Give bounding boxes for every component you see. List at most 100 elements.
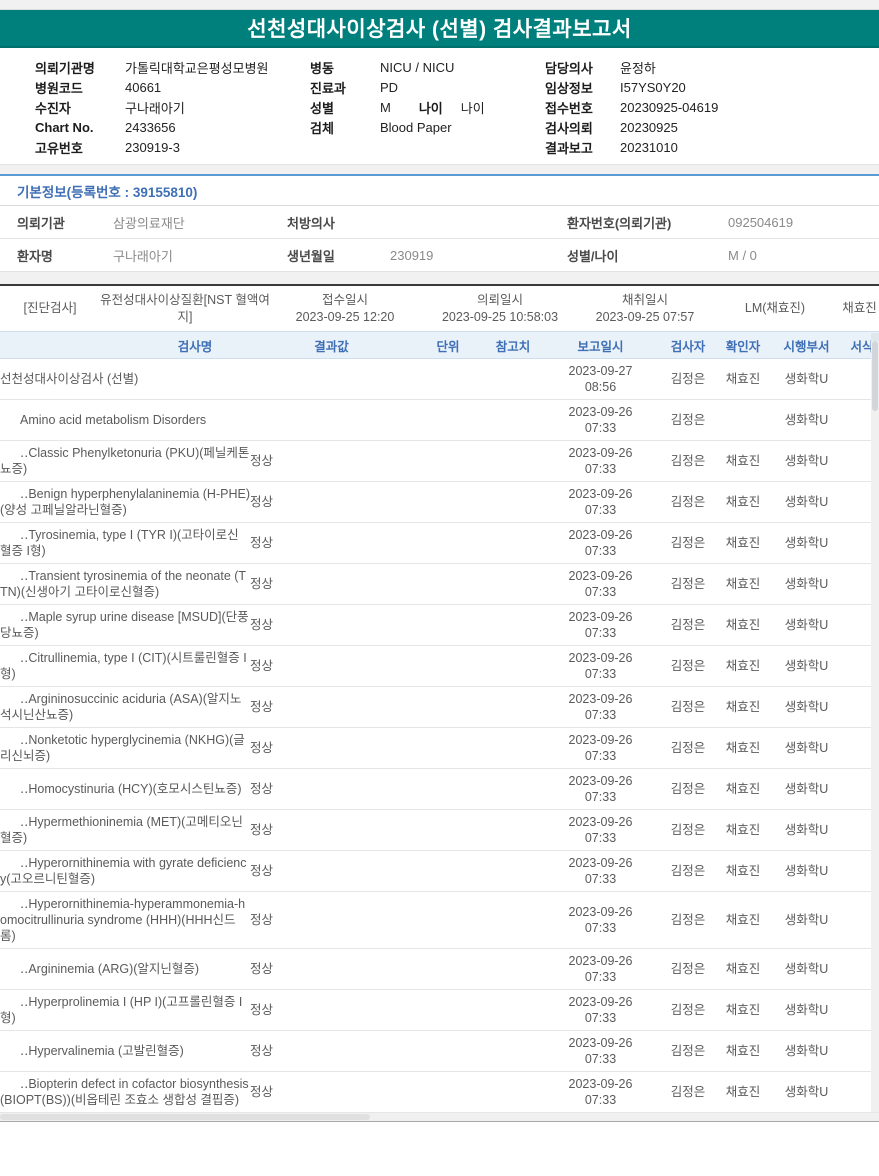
- unit-cell: [413, 645, 483, 687]
- report-time: 07:33: [584, 667, 617, 681]
- test-name-cell: ‥Argininosuccinic aciduria (ASA)(알지노석시닌산…: [0, 686, 250, 728]
- test-name-cell: ‥Maple syrup urine disease [MSUD](단풍당뇨증): [0, 604, 250, 646]
- report-datetime-cell: 2023-09-26 07:33: [543, 948, 658, 990]
- column-header-confirmer: 확인자: [718, 331, 768, 359]
- report-time: 07:33: [584, 921, 617, 935]
- report-time: 07:33: [584, 1011, 617, 1025]
- basic-info-rows: 의뢰기관 삼광의료재단 처방의사 환자번호(의뢰기관) 092504619 환자명 구나래아…: [0, 206, 879, 272]
- reference-cell: [483, 1030, 543, 1072]
- table-row: ‥Nonketotic hyperglycinemia (NKHG)(글리신뇌증…: [0, 727, 879, 769]
- result-cell: 정상: [250, 686, 413, 728]
- confirmer-cell: 채효진: [718, 891, 768, 949]
- confirmer-cell: 채효진: [718, 768, 768, 810]
- patient-header-row: 담당의사 윤정하: [545, 57, 879, 77]
- reference-cell: [483, 481, 543, 523]
- result-cell: 정상: [250, 522, 413, 564]
- tester-cell: 김정은: [658, 563, 718, 605]
- patient-header-row: 검사의뢰 20230925: [545, 117, 879, 137]
- test-name-cell: Amino acid metabolism Disorders: [0, 399, 250, 441]
- test-name-cell: ‥Hyperornithinemia-hyperammonemia-homoci…: [0, 891, 250, 949]
- field-value: 092504619: [728, 214, 794, 230]
- unit-cell: [413, 948, 483, 990]
- field-label: 환자명: [17, 248, 53, 264]
- reference-cell: [483, 645, 543, 687]
- result-cell: 정상: [250, 1030, 413, 1072]
- table-row: ‥Homocystinuria (HCY)(호모시스틴뇨증) 정상 2023-09-…: [0, 768, 879, 810]
- report-time: 07:33: [584, 1052, 617, 1066]
- reference-cell: [483, 522, 543, 564]
- report-datetime-cell: 2023-09-27 08:56: [543, 358, 658, 400]
- field-label: 의뢰기관명: [35, 60, 95, 76]
- table-row: ‥Citrullinemia, type I (CIT)(시트룰린혈증 I형) 정…: [0, 645, 879, 687]
- horizontal-scrollbar[interactable]: [0, 1113, 879, 1121]
- unit-cell: [413, 481, 483, 523]
- report-time: 07:33: [584, 970, 617, 984]
- reference-cell: [483, 809, 543, 851]
- table-row: 선천성대사이상검사 (선별) 2023-09-27 08:56 김정은 채효진 생화학U: [0, 358, 879, 400]
- test-name-cell: 선천성대사이상검사 (선별): [0, 358, 250, 400]
- table-row: ‥Argininemia (ARG)(알지닌혈증) 정상 2023-09-26 07:…: [0, 948, 879, 990]
- report-date: 2023-09-26: [568, 610, 633, 624]
- tester-cell: 김정은: [658, 358, 718, 400]
- unit-cell: [413, 727, 483, 769]
- report-date: 2023-09-26: [568, 692, 633, 706]
- report-time: 07:33: [584, 1093, 617, 1107]
- reference-cell: [483, 1071, 543, 1113]
- patient-header-left-group: 의뢰기관명 가톨릭대학교은평성모병원 병원코드 40661 수진자 구나래아기 Chart …: [0, 57, 310, 157]
- field-label: 생년월일: [287, 248, 335, 264]
- field-value: 40661: [125, 79, 162, 95]
- request-datetime-value: 2023-09-25 10:58:03: [441, 309, 559, 324]
- dept-cell: 생화학U: [768, 1071, 845, 1113]
- patient-header-row: 임상정보 I57YS0Y20: [545, 77, 879, 97]
- field-label: 의뢰기관: [17, 215, 65, 231]
- dept-cell: 생화학U: [768, 358, 845, 400]
- scrollbar-up-arrow[interactable]: [871, 333, 879, 341]
- field-value: 나이: [460, 100, 485, 116]
- reference-cell: [483, 768, 543, 810]
- report-datetime-cell: 2023-09-26 07:33: [543, 686, 658, 728]
- result-cell: 정상: [250, 768, 413, 810]
- vertical-scrollbar-thumb[interactable]: [872, 341, 878, 411]
- test-name-cell: ‥Classic Phenylketonuria (PKU)(페닐케톤뇨증): [0, 440, 250, 482]
- field-value: NICU / NICU: [380, 59, 455, 75]
- result-cell: 정상: [250, 989, 413, 1031]
- dept-cell: 생화학U: [768, 522, 845, 564]
- receipt-datetime-label: 접수일시: [321, 292, 368, 307]
- report-datetime-cell: 2023-09-26 07:33: [543, 1071, 658, 1113]
- field-value: Blood Paper: [380, 119, 452, 135]
- report-time: 07:33: [584, 626, 617, 640]
- report-datetime-cell: 2023-09-26 07:33: [543, 809, 658, 851]
- test-name-cell: ‥Argininemia (ARG)(알지닌혈증): [0, 948, 250, 990]
- report-time: 07:33: [584, 790, 617, 804]
- report-time: 07:33: [584, 872, 617, 886]
- field-value: 20230925: [620, 119, 678, 135]
- dept-cell: 생화학U: [768, 686, 845, 728]
- horizontal-scrollbar-thumb[interactable]: [0, 1114, 370, 1120]
- dept-cell: 생화학U: [768, 1030, 845, 1072]
- report-datetime-cell: 2023-09-26 07:33: [543, 645, 658, 687]
- order-info-bar: [진단검사] 유전성대사이상질환[NST 혈액여지] 접수일시 2023-09-…: [0, 284, 879, 331]
- unit-cell: [413, 1030, 483, 1072]
- result-cell: 정상: [250, 1071, 413, 1113]
- report-date: 2023-09-26: [568, 954, 633, 968]
- report-time: 07:33: [584, 421, 617, 435]
- confirmer-cell: 채효진: [718, 1030, 768, 1072]
- result-cell: [250, 358, 413, 400]
- unit-cell: [413, 358, 483, 400]
- section-gap: [0, 164, 879, 174]
- patient-header-middle-group: 병동 NICU / NICU 진료과 PD 성별 M 나이 나이 검체 Blood Paper: [310, 57, 545, 157]
- tester-cell: 김정은: [658, 850, 718, 892]
- field-label: 검체: [310, 120, 334, 136]
- tester-cell: 김정은: [658, 522, 718, 564]
- report-date: 2023-09-26: [568, 487, 633, 501]
- table-row: ‥Transient tyrosinemia of the neonate (T…: [0, 563, 879, 605]
- report-date: 2023-09-26: [568, 1077, 633, 1091]
- unit-cell: [413, 1071, 483, 1113]
- field-value: 구나래아기: [125, 100, 185, 116]
- vertical-scrollbar[interactable]: [871, 333, 879, 1112]
- request-datetime: 의뢰일시 2023-09-25 10:58:03: [420, 292, 580, 326]
- report-datetime-cell: 2023-09-26 07:33: [543, 604, 658, 646]
- tester-cell: 김정은: [658, 440, 718, 482]
- confirmer-cell: 채효진: [718, 989, 768, 1031]
- result-cell: 정상: [250, 563, 413, 605]
